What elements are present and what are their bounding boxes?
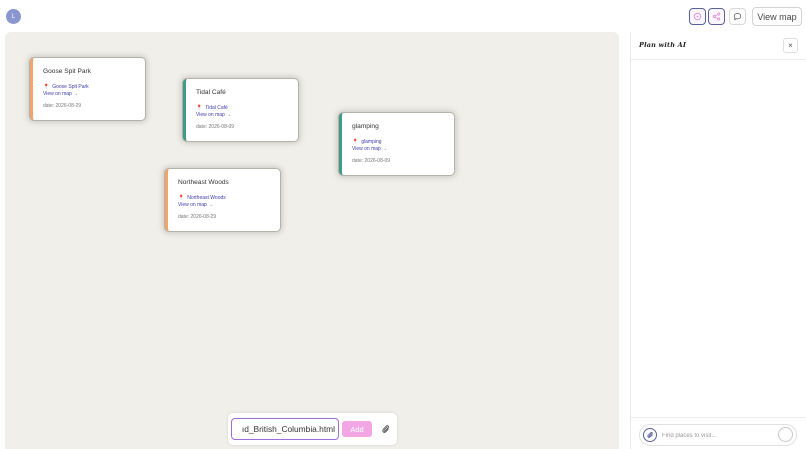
card-location[interactable]: 📍 Northeast Woods: [178, 195, 280, 201]
chat-input[interactable]: [662, 429, 772, 442]
map-pin-icon: 📍: [178, 195, 185, 201]
compass-icon: [693, 12, 702, 21]
view-on-map-link[interactable]: View on map →: [178, 202, 280, 208]
place-card[interactable]: Tidal Café 📍 Tidal Café View on map → da…: [183, 79, 298, 141]
board-canvas[interactable]: Goose Spit Park 📍 Goose Spit Park View o…: [5, 32, 619, 449]
attach-button[interactable]: [378, 422, 392, 436]
share-button[interactable]: [708, 8, 725, 25]
view-map-button[interactable]: View map: [752, 7, 802, 26]
view-on-map-link[interactable]: View on map →: [43, 91, 145, 97]
ai-panel: Plan with AI ×: [630, 32, 806, 449]
view-on-map-link[interactable]: View on map →: [352, 146, 454, 152]
place-card[interactable]: glamping 📍 glamping View on map → date: …: [339, 113, 454, 175]
card-date: date: 2026-08-09: [352, 158, 391, 164]
card-title: glamping: [352, 123, 379, 130]
card-location[interactable]: 📍 glamping: [352, 139, 454, 145]
close-icon: ×: [788, 41, 793, 50]
view-on-map-link[interactable]: View on map →: [196, 112, 298, 118]
card-location-label: glamping: [361, 139, 382, 145]
card-date: date: 2026-08-29: [178, 214, 217, 220]
card-location-label: Tidal Café: [205, 105, 228, 111]
card-date: date: 2026-08-29: [43, 103, 82, 109]
share-icon: [712, 12, 721, 21]
card-location-label: Northeast Woods: [187, 195, 226, 201]
card-location-label: Goose Spit Park: [52, 84, 89, 90]
compass-button[interactable]: [689, 8, 706, 25]
card-title: Goose Spit Park: [43, 68, 92, 75]
comment-icon: [733, 12, 742, 21]
add-button[interactable]: Add: [342, 421, 372, 437]
ai-panel-title: Plan with AI: [639, 41, 687, 49]
card-title: Tidal Café: [196, 89, 226, 96]
add-place-bar: ıd_British_Columbia.html Add: [228, 413, 397, 445]
comment-button[interactable]: [729, 8, 746, 25]
map-pin-icon: 📍: [43, 84, 50, 90]
paperclip-icon: [647, 431, 653, 439]
map-pin-icon: 📍: [352, 139, 359, 145]
add-place-input[interactable]: ıd_British_Columbia.html: [231, 418, 339, 440]
top-bar: L View map: [0, 0, 806, 32]
ai-panel-footer: [631, 417, 806, 449]
avatar[interactable]: L: [6, 9, 21, 24]
place-card[interactable]: Goose Spit Park 📍 Goose Spit Park View o…: [30, 58, 145, 120]
map-pin-icon: 📍: [196, 105, 203, 111]
send-button[interactable]: [778, 427, 793, 442]
close-button[interactable]: ×: [783, 38, 798, 53]
card-location[interactable]: 📍 Goose Spit Park: [43, 84, 145, 90]
card-title: Northeast Woods: [178, 179, 229, 186]
chat-attach-button[interactable]: [643, 428, 657, 442]
card-location[interactable]: 📍 Tidal Café: [196, 105, 298, 111]
ai-panel-header: Plan with AI ×: [631, 32, 806, 60]
chat-box: [639, 424, 797, 446]
card-date: date: 2026-08-09: [196, 124, 235, 130]
place-card[interactable]: Northeast Woods 📍 Northeast Woods View o…: [165, 169, 280, 231]
paperclip-icon: [381, 425, 389, 433]
